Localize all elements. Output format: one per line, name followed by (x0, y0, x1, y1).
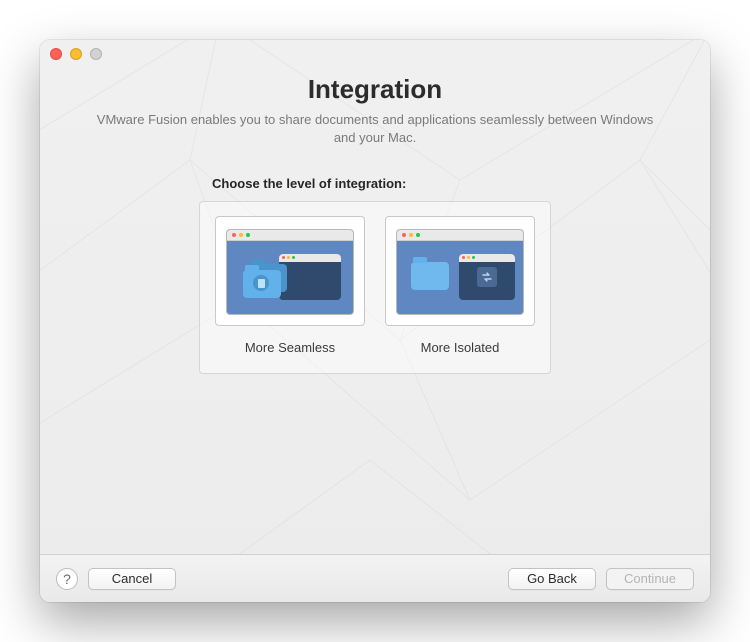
go-back-button[interactable]: Go Back (508, 568, 596, 590)
option-more-isolated[interactable]: More Isolated (382, 216, 538, 355)
zoom-window-button (90, 48, 102, 60)
option-more-seamless[interactable]: More Seamless (212, 216, 368, 355)
integration-options: More Seamless (199, 201, 551, 374)
option-label-seamless: More Seamless (245, 340, 335, 355)
option-label-isolated: More Isolated (421, 340, 500, 355)
seamless-thumbnail (215, 216, 365, 326)
continue-button: Continue (606, 568, 694, 590)
footer-bar: ? Cancel Go Back Continue (40, 554, 710, 602)
titlebar (40, 40, 710, 62)
help-button[interactable]: ? (56, 568, 78, 590)
section-label: Choose the level of integration: (212, 176, 686, 191)
window-controls (50, 48, 102, 60)
minimize-window-button[interactable] (70, 48, 82, 60)
page-subtitle: VMware Fusion enables you to share docum… (95, 111, 655, 146)
swap-icon (477, 267, 497, 287)
installer-window: Integration VMware Fusion enables you to… (40, 40, 710, 602)
isolated-thumbnail (385, 216, 535, 326)
document-icon (253, 275, 269, 291)
page-title: Integration (64, 74, 686, 105)
cancel-button[interactable]: Cancel (88, 568, 176, 590)
content-area: Integration VMware Fusion enables you to… (40, 62, 710, 554)
close-window-button[interactable] (50, 48, 62, 60)
